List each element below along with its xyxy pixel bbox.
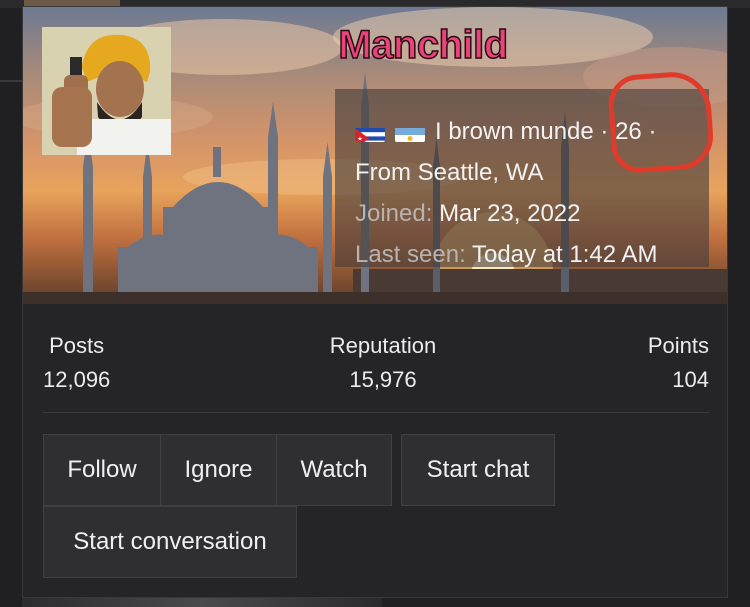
stat-posts-label: Posts	[49, 333, 105, 358]
stat-points-value: 104	[672, 367, 709, 392]
stat-reputation-label: Reputation	[329, 333, 437, 358]
stat-reputation-value: 15,976	[349, 367, 417, 392]
joined-value: Mar 23, 2022	[439, 200, 581, 227]
member-tooltip-card: Manchild I brown munde · 26 · From Seatt…	[22, 6, 728, 598]
left-divider	[0, 80, 22, 82]
ignore-button[interactable]: Ignore	[160, 434, 277, 506]
profile-banner: Manchild I brown munde · 26 · From Seatt…	[23, 7, 727, 304]
last-seen-row: Last seen: Today at 1:42 AM	[355, 234, 689, 275]
username-text: Manchild	[338, 22, 509, 68]
joined-label: Joined:	[355, 200, 433, 227]
stats-row: Posts 12,096 Reputation 15,976 Points 10…	[23, 317, 727, 407]
stat-points[interactable]: Points 104	[648, 329, 709, 397]
stat-points-label: Points	[647, 333, 709, 358]
last-seen-label: Last seen:	[355, 241, 466, 268]
red-annotation-circle	[606, 69, 716, 175]
start-conversation-button[interactable]: Start conversation	[43, 506, 297, 578]
stat-posts-value: 12,096	[43, 367, 111, 392]
argentina-flag-icon	[395, 121, 425, 142]
username[interactable]: Manchild	[23, 22, 727, 68]
last-seen-value: Today at 1:42 AM	[471, 241, 658, 268]
stat-posts[interactable]: Posts 12,096	[43, 329, 110, 397]
cuba-flag-icon	[355, 121, 385, 142]
watch-button[interactable]: Watch	[276, 434, 392, 506]
joined-row: Joined: Mar 23, 2022	[355, 193, 689, 234]
stats-divider	[43, 412, 709, 413]
stat-reputation[interactable]: Reputation 15,976	[283, 329, 483, 397]
follow-button[interactable]: Follow	[43, 434, 161, 506]
start-chat-button[interactable]: Start chat	[401, 434, 555, 506]
